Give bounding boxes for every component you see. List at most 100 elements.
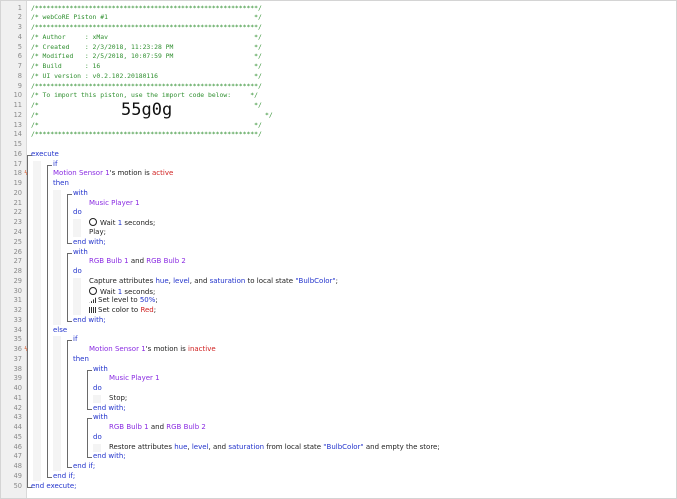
code-text[interactable]: if <box>73 335 77 345</box>
line-number: 36 <box>13 345 22 354</box>
code-text[interactable]: Play; <box>89 228 106 238</box>
code-line: 43 with <box>1 413 676 423</box>
code-line: 37 then <box>1 355 676 365</box>
line-number: 34 <box>13 325 22 334</box>
code-text[interactable]: /***************************************… <box>31 23 262 33</box>
code-text[interactable]: end if; <box>53 472 75 482</box>
code-text[interactable]: Restore attributes hue, level, and satur… <box>109 443 440 453</box>
line-number: 33 <box>13 315 22 324</box>
code-line: 8 /* UI version : v0.2.102.20180116 */ <box>1 72 676 82</box>
code-text[interactable]: end execute; <box>31 482 77 492</box>
code-text[interactable]: then <box>53 179 69 189</box>
line-number: 28 <box>13 267 22 276</box>
code-text[interactable]: end with; <box>93 452 126 462</box>
code-line: 31 Set level to 50%; <box>1 296 676 306</box>
code-line: 15 <box>1 140 676 150</box>
line-number: 32 <box>13 306 22 315</box>
line-number: 7 <box>17 62 22 71</box>
code-text[interactable]: if <box>53 160 57 170</box>
code-text[interactable]: /* webCoRE Piston #1 */ <box>31 13 262 23</box>
code-text[interactable]: /* */ <box>31 121 262 131</box>
code-line: 21 Music Player 1 <box>1 199 676 209</box>
bracket-top <box>67 252 72 258</box>
code-text[interactable]: with <box>73 189 88 199</box>
code-text[interactable]: with <box>73 248 88 258</box>
code-line: 13 /* */ <box>1 121 676 131</box>
line-number: 2 <box>17 13 22 22</box>
code-text[interactable]: with <box>93 413 108 423</box>
code-text[interactable]: do <box>93 384 102 394</box>
code-text[interactable]: Set level to 50%; <box>89 296 158 306</box>
code-text[interactable]: end if; <box>73 462 95 472</box>
code-text[interactable]: /* Build : 16 */ <box>31 62 262 72</box>
code-line: 4 /* Author : xMav */ <box>1 33 676 43</box>
line-number: 12 <box>13 110 22 119</box>
line-number: 21 <box>13 198 22 207</box>
line-number: 49 <box>13 471 22 480</box>
code-text[interactable]: do <box>73 208 82 218</box>
code-line: 40 do <box>1 384 676 394</box>
code-text[interactable]: /* Author : xMav */ <box>31 33 262 43</box>
code-line: 29 Capture attributes hue, level, and sat… <box>1 277 676 287</box>
code-text[interactable]: /* 55g0g */ <box>31 102 273 121</box>
line-number: 20 <box>13 188 22 197</box>
code-text[interactable]: Motion Sensor 1's motion is inactive <box>89 345 216 355</box>
bracket-bottom <box>67 238 72 244</box>
code-text[interactable]: do <box>93 433 102 443</box>
code-text[interactable]: execute <box>31 150 59 160</box>
code-text[interactable]: Stop; <box>109 394 127 404</box>
line-number: 23 <box>13 218 22 227</box>
code-text[interactable]: /* Created : 2/3/2018, 11:23:28 PM */ <box>31 43 262 53</box>
line-number: 50 <box>13 481 22 490</box>
code-text[interactable]: Set color to Red; <box>89 306 156 316</box>
line-number: 45 <box>13 432 22 441</box>
code-line: 34 else <box>1 326 676 336</box>
clock-icon <box>89 286 97 295</box>
code-line: 47 end with; <box>1 452 676 462</box>
code-text[interactable]: /* Modified : 2/5/2018, 10:07:59 PM */ <box>31 52 262 62</box>
code-text[interactable]: Capture attributes hue, level, and satur… <box>89 277 338 287</box>
import-code: 55g0g <box>121 99 173 120</box>
line-number: 3 <box>17 23 22 32</box>
line-number: 29 <box>13 276 22 285</box>
line-number: 6 <box>17 52 22 61</box>
code-text[interactable]: RGB Bulb 1 and RGB Bulb 2 <box>89 257 186 267</box>
line-number: 41 <box>13 393 22 402</box>
code-text[interactable]: else <box>53 326 67 336</box>
code-line: 24 Play; <box>1 228 676 238</box>
code-text[interactable]: Music Player 1 <box>89 199 140 209</box>
code-line: 9 /**************************************… <box>1 82 676 92</box>
signal-level-icon <box>89 297 96 304</box>
code-text[interactable]: end with; <box>73 238 106 248</box>
line-number: 38 <box>13 364 22 373</box>
code-line: 46 Restore attributes hue, level, and sat… <box>1 443 676 453</box>
line-number: 27 <box>13 257 22 266</box>
code-line: 50 end execute; <box>1 482 676 492</box>
code-line: 11/* */ <box>1 101 676 111</box>
code-text[interactable]: /* UI version : v0.2.102.20180116 */ <box>31 72 262 82</box>
code-text[interactable]: Music Player 1 <box>109 374 160 384</box>
code-text[interactable]: /***************************************… <box>31 82 262 92</box>
code-text[interactable]: /***************************************… <box>31 130 262 140</box>
code-text[interactable]: RGB Bulb 1 and RGB Bulb 2 <box>109 423 206 433</box>
line-number: 40 <box>13 384 22 393</box>
line-number: 9 <box>17 81 22 90</box>
code-text[interactable]: with <box>93 365 108 375</box>
line-number: 46 <box>13 442 22 451</box>
bracket-top <box>87 418 92 424</box>
code-text[interactable]: then <box>73 355 89 365</box>
code-text[interactable]: do <box>73 267 82 277</box>
line-number: 35 <box>13 335 22 344</box>
code-line: 42 end with; <box>1 404 676 414</box>
code-text[interactable]: end with; <box>93 404 126 414</box>
line-number: 17 <box>13 159 22 168</box>
code-line: 23 Wait 1 seconds; <box>1 218 676 228</box>
code-line: 49 end if; <box>1 472 676 482</box>
code-text[interactable]: /***************************************… <box>31 4 262 14</box>
code-line: 22 do <box>1 208 676 218</box>
code-line: 26 with <box>1 248 676 258</box>
code-text[interactable]: Motion Sensor 1's motion is active <box>53 169 173 179</box>
code-line: 12 /* 55g0g */ <box>1 102 676 121</box>
code-text[interactable]: end with; <box>73 316 106 326</box>
line-number: 11 <box>13 101 22 110</box>
